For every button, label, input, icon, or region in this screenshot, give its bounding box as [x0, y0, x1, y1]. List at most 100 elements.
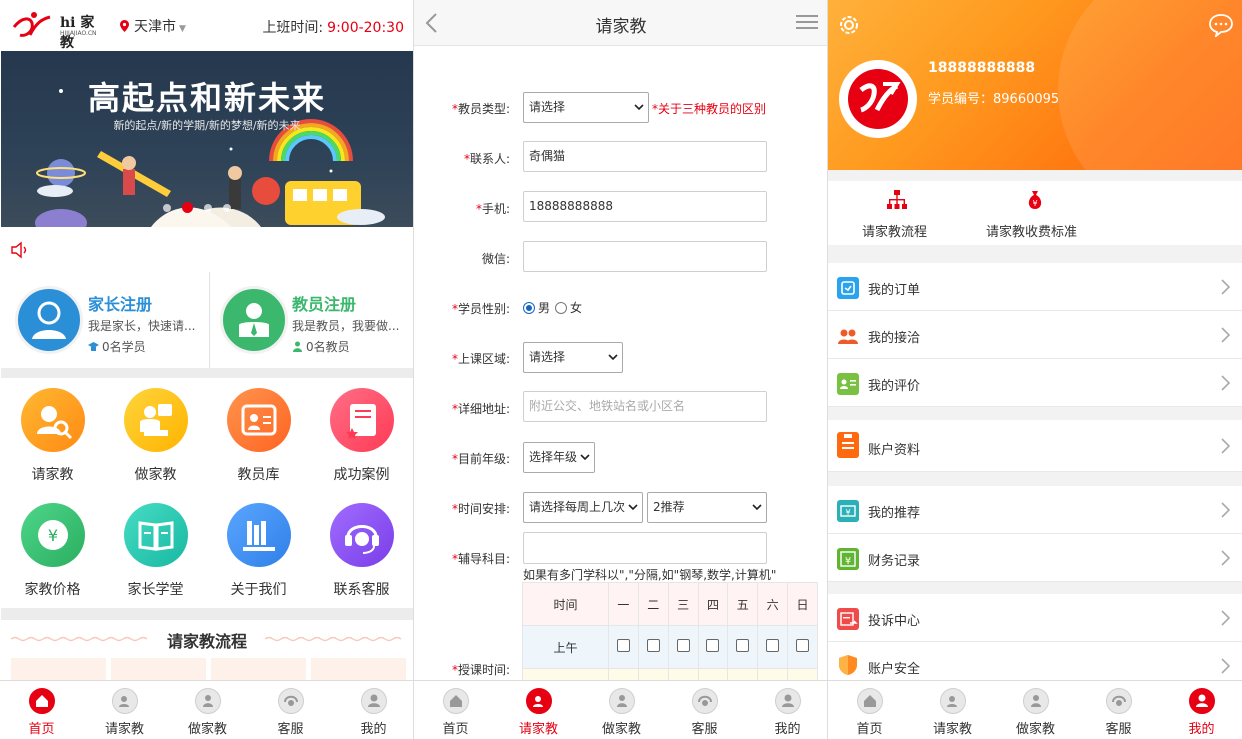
tab-label: 我的 [360, 722, 387, 737]
user-phone: 18888888888 [928, 60, 1036, 76]
teacher-icon [609, 688, 635, 714]
teacher-register-desc: 我是教员，我要做... [292, 319, 400, 333]
menu-finance-records[interactable]: ¥ 财务记录 [828, 534, 1242, 582]
student-count: 0名学员 [88, 338, 146, 355]
tab-be-tutor[interactable]: 做家教 [166, 681, 249, 739]
day-header: 六 [757, 582, 789, 626]
phone-input[interactable]: 18888888888 [523, 191, 767, 222]
carousel-dot[interactable] [223, 204, 231, 212]
teacher-type-note-link[interactable]: *关于三种教员的区别 [652, 100, 766, 117]
tab-home[interactable]: 首页 [0, 681, 83, 739]
schedule-checkbox[interactable] [616, 639, 630, 652]
schedule-checkbox[interactable] [796, 639, 810, 652]
schedule-checkbox[interactable] [766, 639, 780, 652]
grade-select[interactable]: 选择年级 [523, 442, 595, 473]
chevron-right-icon [1221, 658, 1230, 674]
subject-label: *辅导科目: [451, 552, 510, 566]
grid-item-parent-school[interactable]: 家长学堂 [104, 493, 207, 608]
student-count-value: 0名学员 [102, 340, 146, 354]
teacher-register-card[interactable]: 教员注册 我是教员，我要做... 0名教员 [209, 272, 413, 368]
fee-standard-link[interactable]: ¥ 请家教收费标准 [976, 181, 1096, 245]
request-form-screen: 请家教 *教员类型: 请选择 *关于三种教员的区别 *联系人: 奇偶猫 *手机:… [414, 0, 828, 739]
schedule-header-cell: 时间 [522, 582, 609, 626]
certificate-icon [330, 388, 394, 452]
grid-label: 关于我们 [230, 582, 287, 598]
schedule-checkbox[interactable] [736, 639, 750, 652]
process-link[interactable]: 请家教流程 [850, 181, 942, 245]
tab-service[interactable]: 客服 [249, 681, 332, 739]
avatar[interactable] [839, 60, 917, 138]
menu-my-contacts[interactable]: 我的接洽 [828, 311, 1242, 359]
gender-female-radio[interactable]: 女 [555, 299, 582, 316]
area-select[interactable]: 请选择 [523, 342, 623, 373]
tab-service[interactable]: 客服 [1077, 681, 1160, 739]
menu-label: 我的接洽 [868, 331, 921, 346]
tab-home[interactable]: 首页 [414, 681, 497, 739]
yuan-icon: ¥ [21, 503, 85, 567]
menu-my-reviews[interactable]: 我的评价 [828, 359, 1242, 407]
gender-male-radio[interactable]: 男 [523, 299, 550, 316]
schedule-checkbox[interactable] [706, 639, 720, 652]
grid-item-pricing[interactable]: ¥ 家教价格 [1, 493, 104, 608]
home-icon [443, 688, 469, 714]
address-input[interactable]: 附近公交、地铁站名或小区名 [523, 391, 767, 422]
wechat-input[interactable] [523, 241, 767, 272]
times-per-week-select[interactable]: 请选择每周上几次 [523, 492, 643, 523]
contact-input[interactable]: 奇偶猫 [523, 141, 767, 172]
gear-icon[interactable] [837, 13, 861, 37]
teacher-board-icon [124, 388, 188, 452]
day-header: 五 [727, 582, 759, 626]
parent-avatar-icon [15, 286, 83, 354]
clipboard-icon [837, 432, 859, 458]
tab-mine[interactable]: 我的 [332, 681, 413, 739]
ticket-icon: ¥ [837, 500, 859, 522]
headset-icon [692, 688, 718, 714]
shield-icon [837, 654, 859, 676]
tab-find-tutor[interactable]: 请家教 [83, 681, 166, 739]
grid-item-teacher-library[interactable]: 教员库 [207, 378, 310, 493]
menu-my-referrals[interactable]: ¥ 我的推荐 [828, 486, 1242, 534]
carousel-dot[interactable] [204, 204, 212, 212]
brand-logo[interactable]: hi 家教 HIJIAJIAO.CN [12, 9, 104, 51]
hours-select[interactable]: 2推荐 [647, 492, 767, 523]
radio-checked-icon [523, 302, 535, 314]
tab-be-tutor[interactable]: 做家教 [994, 681, 1077, 739]
menu-complaints[interactable]: 投诉中心 [828, 594, 1242, 642]
phone-label: *手机: [475, 202, 510, 216]
tab-label: 首页 [28, 722, 55, 737]
schedule-checkbox[interactable] [676, 639, 690, 652]
teacher-type-select[interactable]: 请选择 [523, 92, 649, 123]
carousel-dot-active[interactable] [182, 202, 193, 213]
tab-mine[interactable]: 我的 [746, 681, 827, 739]
tab-label: 客服 [277, 722, 304, 737]
subject-input[interactable] [523, 532, 767, 564]
menu-icon[interactable] [796, 15, 818, 29]
promo-banner[interactable]: 高起点和新未来 新的起点/新的学期/新的梦想/新的未来 [1, 51, 413, 227]
parent-register-card[interactable]: 家长注册 我是家长，快速请... 0名学员 [1, 272, 207, 368]
grid-item-be-tutor[interactable]: 做家教 [104, 378, 207, 493]
schedule-checkbox[interactable] [646, 639, 660, 652]
tab-home[interactable]: 首页 [828, 681, 911, 739]
menu-my-orders[interactable]: 我的订单 [828, 263, 1242, 311]
grid-item-find-tutor[interactable]: 请家教 [1, 378, 104, 493]
chat-bubble-icon[interactable] [1208, 13, 1234, 37]
menu-account-info[interactable]: 账户资料 [828, 420, 1242, 472]
tab-service[interactable]: 客服 [663, 681, 746, 739]
tab-label: 我的 [774, 722, 801, 737]
section-divider [1, 608, 413, 620]
grid-item-success-cases[interactable]: 成功案例 [310, 378, 413, 493]
user-icon [775, 688, 801, 714]
tab-label: 请家教 [104, 722, 144, 737]
tab-mine[interactable]: 我的 [1160, 681, 1242, 739]
grid-item-about-us[interactable]: 关于我们 [207, 493, 310, 608]
grid-item-customer-service[interactable]: 联系客服 [310, 493, 413, 608]
menu-account-security[interactable]: 账户安全 [828, 642, 1242, 682]
tab-find-tutor[interactable]: 请家教 [911, 681, 994, 739]
tab-find-tutor[interactable]: 请家教 [497, 681, 580, 739]
tab-be-tutor[interactable]: 做家教 [580, 681, 663, 739]
teacher-card-icon [227, 388, 291, 452]
money-bag-icon: ¥ [1028, 191, 1042, 209]
carousel-dot[interactable] [163, 204, 171, 212]
city-selector[interactable]: 天津市 ▼ [120, 16, 186, 36]
headset-icon [1106, 688, 1132, 714]
